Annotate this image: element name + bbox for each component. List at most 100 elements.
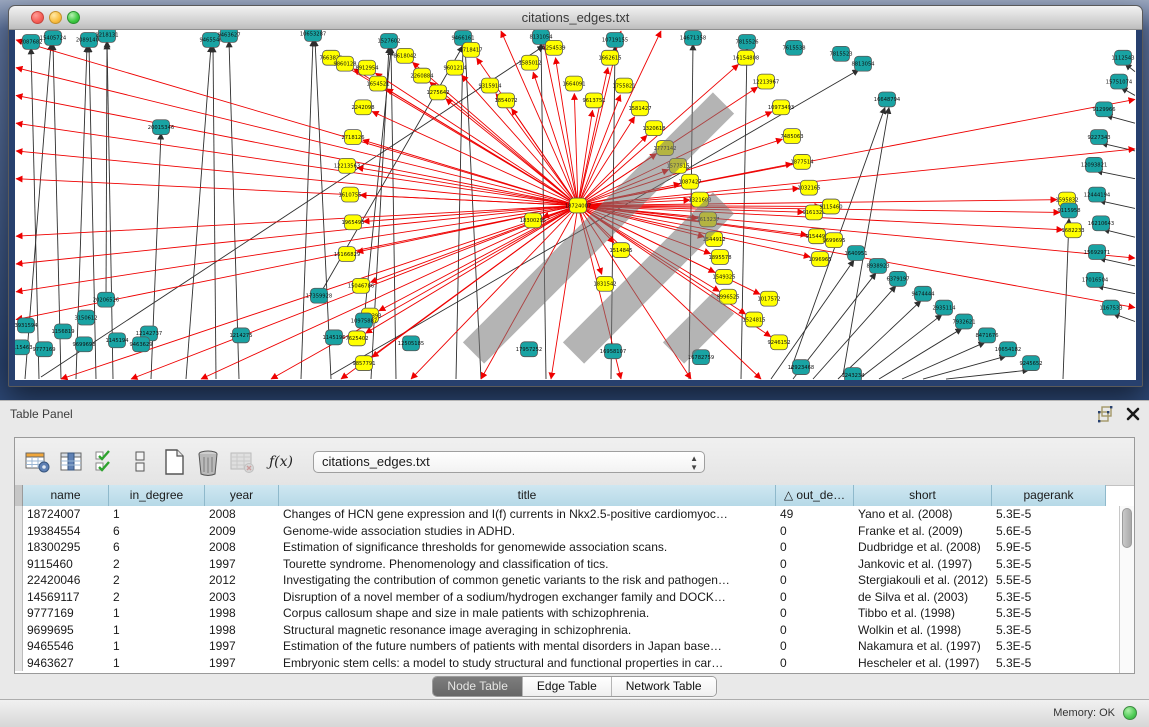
column-header-pagerank[interactable]: pagerank <box>992 485 1106 506</box>
cell-year: 2012 <box>205 572 279 589</box>
cell-year: 1997 <box>205 655 279 672</box>
cell-title: Embryonic stem cells: a model to study s… <box>279 655 776 672</box>
cell-out_de…: 0 <box>776 605 854 622</box>
window-title: citations_edges.txt <box>9 10 1142 25</box>
rows-icon[interactable] <box>125 447 155 477</box>
table-row[interactable]: 1872400712008Changes of HCN gene express… <box>15 506 1119 523</box>
cell-out_de…: 0 <box>776 622 854 639</box>
scrollbar-thumb[interactable] <box>1122 508 1132 548</box>
cell-title: Investigating the contribution of common… <box>279 572 776 589</box>
table-row[interactable]: 1456911722003Disruption of a novel membe… <box>15 589 1119 606</box>
cell-gutter <box>15 523 23 540</box>
cell-title: Tourette syndrome. Phenomenology and cla… <box>279 556 776 573</box>
close-panel-icon[interactable] <box>1125 406 1141 422</box>
tab-node-table[interactable]: Node Table <box>433 677 523 696</box>
column-header-in_degree[interactable]: in_degree <box>109 485 205 506</box>
column-header-short[interactable]: short <box>854 485 992 506</box>
cell-name: 22420046 <box>23 572 109 589</box>
window-titlebar[interactable]: citations_edges.txt <box>9 6 1142 30</box>
cell-title: Changes of HCN gene expression and I(f) … <box>279 506 776 523</box>
cell-title: Genome-wide association studies in ADHD. <box>279 523 776 540</box>
cell-gutter <box>15 622 23 639</box>
cell-in_degree: 2 <box>109 556 205 573</box>
table-row[interactable]: 946362711997Embryonic stem cells: a mode… <box>15 655 1119 672</box>
cell-out_de…: 0 <box>776 638 854 655</box>
column-header-out_de[interactable]: △ out_de… <box>776 485 854 506</box>
cell-name: 9777169 <box>23 605 109 622</box>
cell-name: 19384554 <box>23 523 109 540</box>
table-row[interactable]: 911546021997Tourette syndrome. Phenomeno… <box>15 556 1119 573</box>
cell-pagerank: 5.6E-5 <box>992 523 1106 540</box>
cell-title: Estimation of significance thresholds fo… <box>279 539 776 556</box>
cell-in_degree: 6 <box>109 523 205 540</box>
table-row[interactable]: 977716911998Corpus callosum shape and si… <box>15 605 1119 622</box>
cell-short: de Silva et al. (2003) <box>854 589 992 606</box>
cell-pagerank: 5.3E-5 <box>992 655 1106 672</box>
cell-gutter <box>15 655 23 672</box>
cell-pagerank: 5.3E-5 <box>992 506 1106 523</box>
status-bar: Memory: OK <box>0 699 1149 727</box>
cell-year: 2009 <box>205 523 279 540</box>
cell-short: Nakamura et al. (1997) <box>854 638 992 655</box>
cell-out_de…: 0 <box>776 655 854 672</box>
cell-short: Yano et al. (2008) <box>854 506 992 523</box>
table-row[interactable]: 969969511998Structural magnetic resonanc… <box>15 622 1119 639</box>
cell-name: 14569117 <box>23 589 109 606</box>
table-select-value: citations_edges.txt <box>322 454 430 469</box>
table-options-icon[interactable] <box>23 447 53 477</box>
table-row[interactable]: 946554611997Estimation of the future num… <box>15 638 1119 655</box>
cell-in_degree: 6 <box>109 539 205 556</box>
column-header-title[interactable]: title <box>279 485 776 506</box>
network-canvas[interactable]: 2087682154057242089140622181319465546946… <box>15 30 1136 380</box>
cell-out_de…: 49 <box>776 506 854 523</box>
table-row[interactable]: 1938455462009Genome-wide association stu… <box>15 523 1119 540</box>
table-row[interactable]: 1830029562008Estimation of significance … <box>15 539 1119 556</box>
cell-title: Structural magnetic resonance image aver… <box>279 622 776 639</box>
cell-short: Dudbridge et al. (2008) <box>854 539 992 556</box>
table-panel-title: Table Panel <box>10 407 73 421</box>
table-tabs-row: Node TableEdge TableNetwork Table <box>0 674 1149 701</box>
cell-in_degree: 1 <box>109 605 205 622</box>
new-document-icon[interactable] <box>159 447 189 477</box>
cell-gutter <box>15 638 23 655</box>
cell-short: Tibbo et al. (1998) <box>854 605 992 622</box>
table-select-dropdown[interactable]: citations_edges.txt ▲▼ <box>313 451 705 473</box>
delete-trash-icon[interactable] <box>193 447 223 477</box>
cell-out_de…: 0 <box>776 523 854 540</box>
column-header-name[interactable]: name <box>23 485 109 506</box>
cell-in_degree: 2 <box>109 589 205 606</box>
table-row[interactable]: 2242004622012Investigating the contribut… <box>15 572 1119 589</box>
cell-pagerank: 5.3E-5 <box>992 638 1106 655</box>
column-header-year[interactable]: year <box>205 485 279 506</box>
memory-ok-icon <box>1123 706 1137 720</box>
cell-name: 18300295 <box>23 539 109 556</box>
tab-network-table[interactable]: Network Table <box>612 677 716 696</box>
cell-name: 9465546 <box>23 638 109 655</box>
column-visibility-icon[interactable] <box>57 447 87 477</box>
node-table: namein_degreeyeartitle△ out_de…shortpage… <box>15 485 1134 673</box>
row-select-icon[interactable] <box>91 447 121 477</box>
cell-title: Estimation of the future numbers of pati… <box>279 638 776 655</box>
cell-pagerank: 5.3E-5 <box>992 605 1106 622</box>
cell-pagerank: 5.3E-5 <box>992 589 1106 606</box>
cell-short: Stergiakouli et al. (2012) <box>854 572 992 589</box>
cell-out_de…: 0 <box>776 556 854 573</box>
row-gutter-header[interactable] <box>15 485 23 506</box>
vertical-scrollbar[interactable] <box>1119 506 1134 673</box>
tab-edge-table[interactable]: Edge Table <box>523 677 612 696</box>
cell-name: 9463627 <box>23 655 109 672</box>
delete-table-icon-disabled <box>227 447 257 477</box>
table-panel-titlebar: Table Panel <box>0 401 1149 427</box>
cell-title: Corpus callosum shape and size in male p… <box>279 605 776 622</box>
cell-out_de…: 0 <box>776 539 854 556</box>
memory-status-label: Memory: OK <box>1053 707 1115 719</box>
cell-year: 1998 <box>205 605 279 622</box>
function-icon[interactable]: ƒ(x) <box>269 454 293 470</box>
resize-grip-icon[interactable] <box>15 30 1134 378</box>
float-panel-icon[interactable] <box>1097 405 1115 423</box>
network-window: citations_edges.txt 20876821540572420891… <box>8 5 1143 387</box>
cell-in_degree: 1 <box>109 622 205 639</box>
cell-short: Jankovic et al. (1997) <box>854 556 992 573</box>
cell-gutter <box>15 572 23 589</box>
cell-name: 9115460 <box>23 556 109 573</box>
